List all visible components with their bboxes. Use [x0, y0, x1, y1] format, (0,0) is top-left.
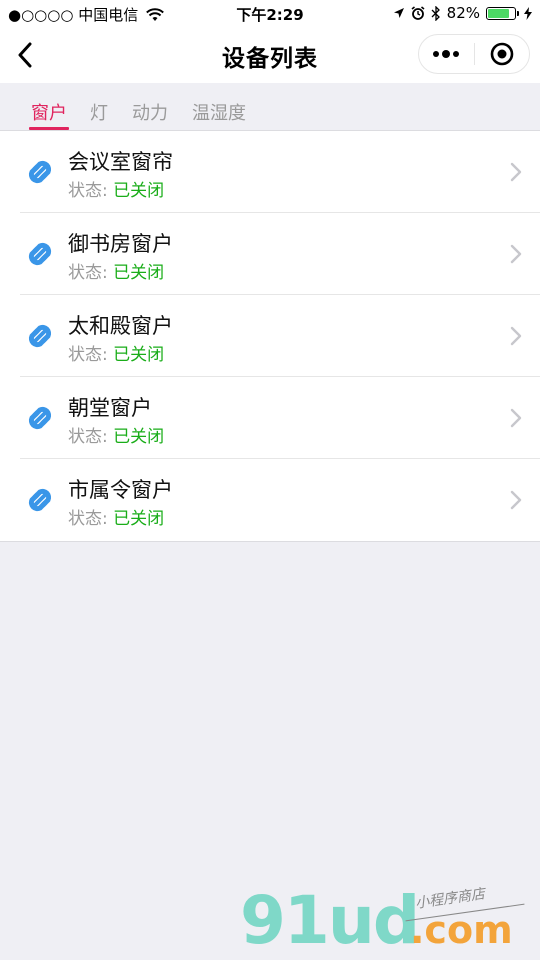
watermark-dotcom: .com — [410, 908, 513, 952]
device-name: 太和殿窗户 — [68, 314, 173, 338]
tab-temp-humidity[interactable]: 温湿度 — [192, 99, 246, 125]
tab-label: 灯 — [90, 103, 108, 124]
device-name: 会议室窗帘 — [68, 150, 173, 174]
link-icon — [28, 488, 52, 512]
device-name: 御书房窗户 — [68, 232, 173, 256]
device-name: 市属令窗户 — [68, 478, 173, 502]
device-status: 状态: 已关闭 — [68, 340, 164, 365]
watermark-logo: 91ud .com 小程序商店 — [240, 880, 540, 960]
status-value: 已关闭 — [113, 181, 165, 201]
more-dots-icon — [433, 50, 460, 58]
device-name: 朝堂窗户 — [68, 396, 152, 420]
tab-lights[interactable]: 灯 — [90, 99, 108, 125]
nav-bar: 设备列表 — [0, 28, 540, 83]
device-status: 状态: 已关闭 — [68, 176, 164, 201]
tab-windows[interactable]: 窗户 — [29, 99, 69, 130]
chevron-right-icon — [510, 162, 522, 182]
mini-program-capsule — [418, 34, 530, 74]
status-value: 已关闭 — [113, 345, 165, 365]
device-list: 会议室窗帘 状态: 已关闭 御书房窗户 状态: 已关闭 太和殿窗户 状态: 已关… — [0, 131, 540, 542]
link-icon — [28, 406, 52, 430]
location-arrow-icon — [393, 7, 405, 19]
link-icon — [28, 160, 52, 184]
tab-label: 温湿度 — [192, 103, 246, 124]
category-tabs: 窗户 灯 动力 温湿度 — [0, 83, 540, 131]
status-bar: ●○○○○ 中国电信 下午2:29 82% — [0, 0, 540, 28]
target-close-icon — [490, 42, 514, 66]
chevron-right-icon — [510, 326, 522, 346]
status-value: 已关闭 — [113, 509, 165, 529]
status-label: 状态: — [68, 263, 108, 283]
bluetooth-icon — [431, 5, 441, 21]
status-value: 已关闭 — [113, 263, 165, 283]
list-item[interactable]: 太和殿窗户 状态: 已关闭 — [0, 295, 540, 377]
status-label: 状态: — [68, 345, 108, 365]
alarm-icon — [411, 6, 425, 20]
status-value: 已关闭 — [113, 427, 165, 447]
more-button[interactable] — [419, 35, 474, 73]
link-icon — [28, 242, 52, 266]
status-label: 状态: — [68, 427, 108, 447]
battery-icon — [486, 6, 519, 20]
tab-label: 窗户 — [31, 103, 67, 124]
battery-percent: 82% — [446, 4, 480, 22]
chevron-right-icon — [510, 408, 522, 428]
device-status: 状态: 已关闭 — [68, 258, 164, 283]
tab-power[interactable]: 动力 — [132, 99, 168, 125]
status-label: 状态: — [68, 509, 108, 529]
active-tab-indicator — [29, 127, 69, 130]
charging-icon — [524, 6, 532, 20]
device-status: 状态: 已关闭 — [68, 422, 164, 447]
list-item[interactable]: 御书房窗户 状态: 已关闭 — [0, 213, 540, 295]
tab-label: 动力 — [132, 103, 168, 124]
device-status: 状态: 已关闭 — [68, 504, 164, 529]
list-item[interactable]: 会议室窗帘 状态: 已关闭 — [0, 131, 540, 213]
chevron-right-icon — [510, 244, 522, 264]
chevron-right-icon — [510, 490, 522, 510]
status-label: 状态: — [68, 181, 108, 201]
close-button[interactable] — [475, 35, 530, 73]
link-icon — [28, 324, 52, 348]
list-item[interactable]: 市属令窗户 状态: 已关闭 — [0, 459, 540, 541]
watermark-main: 91ud — [240, 882, 420, 959]
status-right: 82% — [387, 4, 532, 22]
list-item[interactable]: 朝堂窗户 状态: 已关闭 — [0, 377, 540, 459]
